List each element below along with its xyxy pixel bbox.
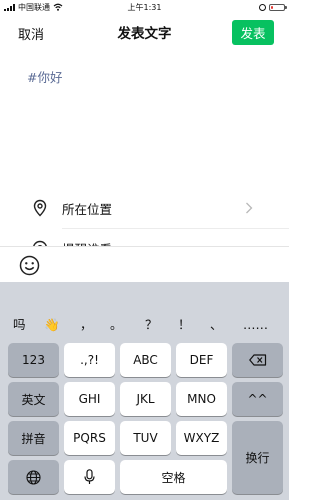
location-option[interactable]: 所在位置 <box>0 188 289 228</box>
key-english[interactable]: 英文 <box>8 382 59 416</box>
globe-icon <box>26 469 41 485</box>
location-label: 所在位置 <box>62 201 113 217</box>
candidate-item[interactable]: ！ <box>178 318 191 332</box>
backspace-icon <box>248 354 266 366</box>
battery-icon <box>269 3 287 11</box>
key-jkl[interactable]: JKL <box>120 382 171 416</box>
wifi-icon <box>53 3 63 11</box>
key-ghi[interactable]: GHI <box>64 382 115 416</box>
candidate-bar: 吗 👋 ， 。 ？ ！ 、 …… <box>0 282 289 340</box>
key-pqrs[interactable]: PQRS <box>64 421 115 455</box>
key-grid: 123 .,?! ABC DEF 英文 GHI JKL MNO ^^ 拼音 PQ… <box>0 340 289 500</box>
candidate-item[interactable]: 吗 <box>13 318 26 332</box>
candidate-item[interactable]: ？ <box>145 318 158 332</box>
location-pin-icon <box>33 199 47 217</box>
key-def[interactable]: DEF <box>176 343 227 377</box>
carrier-name: 中国联通 <box>18 2 50 12</box>
page-title: 发表文字 <box>117 26 172 42</box>
candidate-item[interactable]: 、 <box>210 318 223 332</box>
emoji-face-icon[interactable] <box>19 255 40 276</box>
status-bar: 中国联通 上午1:31 <box>0 0 289 14</box>
newline-key[interactable]: 换行 <box>232 421 283 494</box>
space-key[interactable]: 空格 <box>120 460 227 494</box>
post-text-input[interactable]: #你好 <box>27 67 62 86</box>
alarm-icon <box>259 3 266 11</box>
key-emoticon[interactable]: ^^ <box>232 382 283 416</box>
nav-bar: 取消 发表文字 发表 <box>0 14 289 50</box>
emoji-toolbar <box>0 246 289 282</box>
chevron-right-icon <box>246 202 253 214</box>
keyboard: 吗 👋 ， 。 ？ ！ 、 …… 123 .,?! ABC DEF 英文 GHI… <box>0 282 289 500</box>
battery-level <box>271 5 273 9</box>
key-wxyz[interactable]: WXYZ <box>176 421 227 455</box>
candidate-item[interactable]: …… <box>243 318 268 332</box>
row-divider <box>62 228 289 229</box>
status-time: 上午1:31 <box>127 2 162 12</box>
signal-icon <box>4 3 15 11</box>
delete-key[interactable] <box>232 343 283 377</box>
key-tuv[interactable]: TUV <box>120 421 171 455</box>
microphone-icon <box>84 469 95 484</box>
publish-button[interactable]: 发表 <box>232 20 274 45</box>
globe-key[interactable] <box>8 460 59 494</box>
status-left: 中国联通 <box>4 2 63 13</box>
key-punct[interactable]: .,?! <box>64 343 115 377</box>
key-mno[interactable]: MNO <box>176 382 227 416</box>
candidate-item[interactable]: ， <box>80 318 93 332</box>
key-abc[interactable]: ABC <box>120 343 171 377</box>
candidate-item[interactable]: 👋 <box>44 318 60 332</box>
mic-key[interactable] <box>64 460 115 494</box>
status-right <box>259 3 287 11</box>
candidate-item[interactable]: 。 <box>110 318 123 332</box>
key-pinyin[interactable]: 拼音 <box>8 421 59 455</box>
key-123[interactable]: 123 <box>8 343 59 377</box>
cancel-button[interactable]: 取消 <box>18 24 44 43</box>
